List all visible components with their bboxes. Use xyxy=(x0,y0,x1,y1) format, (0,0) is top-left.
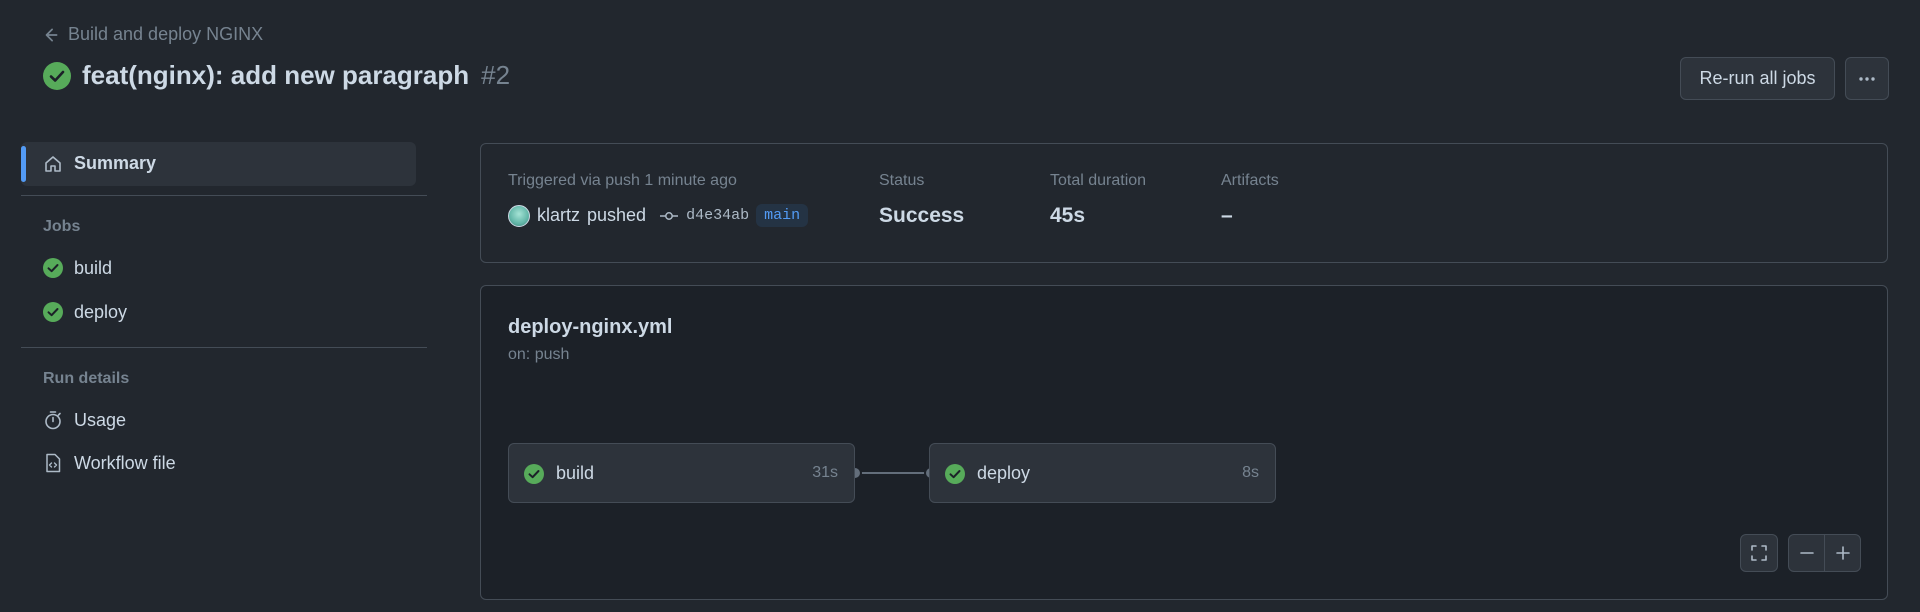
check-circle-icon xyxy=(43,61,71,90)
sidebar-item-usage[interactable]: Usage xyxy=(42,405,126,435)
sidebar-item-label: Summary xyxy=(74,153,157,173)
back-link[interactable]: Build and deploy NGINX xyxy=(42,24,263,45)
trigger-label: Triggered via push 1 minute ago xyxy=(508,172,737,189)
run-details-heading: Run details xyxy=(43,370,130,387)
artifacts-value: – xyxy=(1221,204,1233,227)
status-info: Status Success xyxy=(879,172,964,228)
workflow-graph-card: deploy-nginx.yml on: push build 31s depl… xyxy=(480,285,1888,600)
home-icon xyxy=(45,156,61,172)
duration-info: Total duration 45s xyxy=(1050,172,1146,228)
plus-icon xyxy=(1835,546,1850,560)
file-code-icon xyxy=(46,453,61,473)
check-circle-icon xyxy=(524,464,544,484)
dash-icon xyxy=(1799,552,1814,554)
status-value: Success xyxy=(879,204,965,227)
run-number: #2 xyxy=(481,60,511,90)
job-duration: 31s xyxy=(812,464,838,481)
sidebar-item-label: Usage xyxy=(74,409,127,430)
sidebar-item-label: deploy xyxy=(74,301,128,322)
sidebar-item-deploy[interactable]: deploy xyxy=(42,297,127,327)
zoom-out-button[interactable] xyxy=(1789,535,1824,571)
duration-label: Total duration xyxy=(1050,172,1147,189)
artifacts-info: Artifacts – xyxy=(1221,172,1279,228)
push-action: pushed xyxy=(587,205,647,225)
kebab-horizontal-icon xyxy=(1859,76,1875,81)
duration-value: 45s xyxy=(1050,204,1086,227)
artifacts-label: Artifacts xyxy=(1221,172,1279,189)
sidebar-item-workflow-file[interactable]: Workflow file xyxy=(42,448,176,478)
git-commit-icon xyxy=(660,211,679,220)
workflow-file-name: deploy-nginx.yml xyxy=(508,316,673,338)
stopwatch-icon xyxy=(45,411,61,430)
sidebar-item-build[interactable]: build xyxy=(42,253,112,283)
jobs-heading: Jobs xyxy=(43,218,81,235)
job-node-deploy[interactable]: deploy 8s xyxy=(929,443,1276,503)
zoom-controls xyxy=(1788,534,1861,572)
active-indicator xyxy=(21,146,26,182)
fullscreen-button[interactable] xyxy=(1740,534,1778,572)
commit-sha-link[interactable]: d4e34ab xyxy=(686,207,749,224)
zoom-in-button[interactable] xyxy=(1824,535,1860,571)
run-title: feat(nginx): add new paragraph xyxy=(82,60,470,90)
arrow-left-icon xyxy=(45,28,58,41)
divider xyxy=(21,347,427,348)
branch-badge[interactable]: main xyxy=(756,204,809,227)
run-summary-card: Triggered via push 1 minute ago klartz p… xyxy=(480,143,1888,263)
screen-full-icon xyxy=(1751,545,1767,561)
avatar[interactable] xyxy=(508,204,530,227)
status-label: Status xyxy=(879,172,925,189)
back-link-label: Build and deploy NGINX xyxy=(68,24,264,44)
actor-name[interactable]: klartz xyxy=(537,205,580,226)
divider xyxy=(21,195,427,196)
check-circle-icon xyxy=(945,464,965,484)
job-duration: 8s xyxy=(1242,464,1259,481)
trigger-info: Triggered via push 1 minute ago klartz p… xyxy=(508,172,809,227)
sidebar-item-label: build xyxy=(74,257,113,278)
more-options-button[interactable] xyxy=(1845,57,1889,100)
sidebar-item-label: Workflow file xyxy=(74,452,176,473)
page-title: feat(nginx): add new paragraph #2 xyxy=(42,60,510,91)
check-circle-icon xyxy=(43,302,63,322)
job-name: deploy xyxy=(977,463,1031,483)
workflow-trigger: on: push xyxy=(508,346,570,363)
check-circle-icon xyxy=(43,258,63,278)
job-node-build[interactable]: build 31s xyxy=(508,443,855,503)
sidebar-item-summary[interactable]: Summary xyxy=(21,142,416,186)
job-name: build xyxy=(556,463,595,483)
rerun-all-jobs-button[interactable]: Re-run all jobs xyxy=(1680,57,1835,100)
